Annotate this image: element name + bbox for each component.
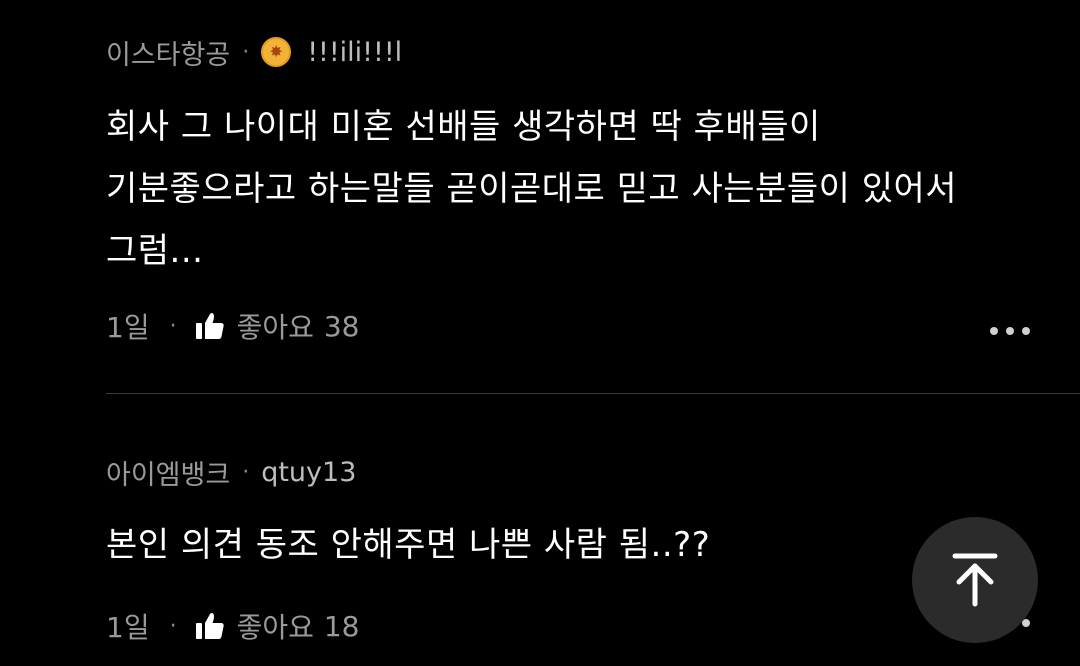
separator-dot: · <box>242 39 250 65</box>
thumbs-up-icon[interactable] <box>195 612 225 640</box>
like-label[interactable]: 좋아요 <box>237 306 314 346</box>
like-label[interactable]: 좋아요 <box>237 606 314 646</box>
company-name[interactable]: 아이엠뱅크 <box>106 453 230 492</box>
nickname[interactable]: !!!ili!!!l <box>307 37 402 68</box>
comment-actions: 1일 · 좋아요 38 <box>106 304 1080 348</box>
separator-dot: · <box>169 313 177 339</box>
thumbs-up-icon[interactable] <box>195 312 225 340</box>
nickname[interactable]: qtuy13 <box>261 457 356 488</box>
scroll-to-top-button[interactable] <box>912 517 1038 643</box>
comment-meta: 아이엠뱅크 · qtuy13 <box>106 450 1080 494</box>
separator-dot: · <box>169 613 177 639</box>
like-count: 38 <box>323 309 360 343</box>
comment-time: 1일 <box>106 311 150 344</box>
arrow-up-icon <box>952 553 998 607</box>
comment-divider <box>106 393 1080 394</box>
gold-badge-icon: ✸ <box>261 37 292 67</box>
comment-item: 이스타항공 · ✸ !!!ili!!!l 회사 그 나이대 미혼 선배들 생각하… <box>106 30 1080 348</box>
comment-text: 회사 그 나이대 미혼 선배들 생각하면 딱 후배들이 기분좋으라고 하는말들 … <box>106 107 958 271</box>
comment-time: 1일 <box>106 611 150 644</box>
like-count: 18 <box>323 609 360 643</box>
comment-meta: 이스타항공 · ✸ !!!ili!!!l <box>106 30 1080 74</box>
company-name[interactable]: 이스타항공 <box>106 33 230 72</box>
separator-dot: · <box>242 459 250 485</box>
more-options-icon[interactable] <box>990 326 1030 336</box>
